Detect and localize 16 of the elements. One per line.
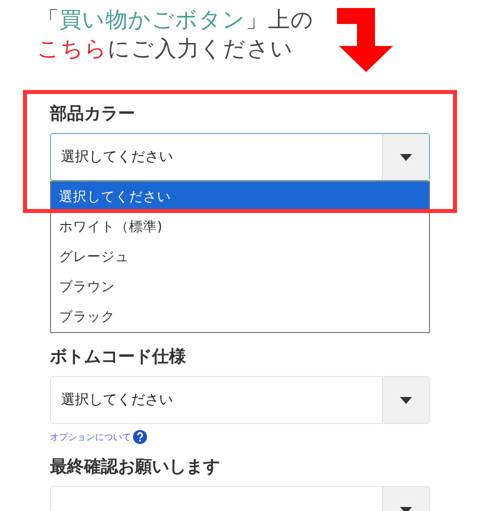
help-icon[interactable] bbox=[133, 430, 147, 444]
select-field[interactable]: 選択してください bbox=[50, 133, 430, 181]
caret-icon bbox=[400, 154, 412, 160]
dropdown-option[interactable]: グレージュ bbox=[51, 242, 429, 272]
dropdown-option[interactable]: ブラック bbox=[51, 302, 429, 332]
dropdown-option[interactable]: ブラウン bbox=[51, 272, 429, 302]
select-field[interactable]: 選択してください bbox=[50, 376, 430, 424]
dropdown-option[interactable]: 選択してください bbox=[51, 182, 429, 212]
caret-icon bbox=[400, 396, 412, 404]
heading-text: こちら にご入力ください bbox=[37, 36, 294, 64]
dropdown-option[interactable]: ホワイト（標準) bbox=[51, 212, 429, 242]
help-link[interactable]: オプションについて bbox=[50, 430, 131, 444]
heading-text: 「買い物かごボタン」上の bbox=[37, 7, 315, 35]
field-label: ボトムコード仕様 bbox=[50, 346, 187, 369]
field-label: 部品カラー bbox=[50, 103, 136, 126]
field-label: 最終確認お願いします bbox=[50, 456, 221, 479]
